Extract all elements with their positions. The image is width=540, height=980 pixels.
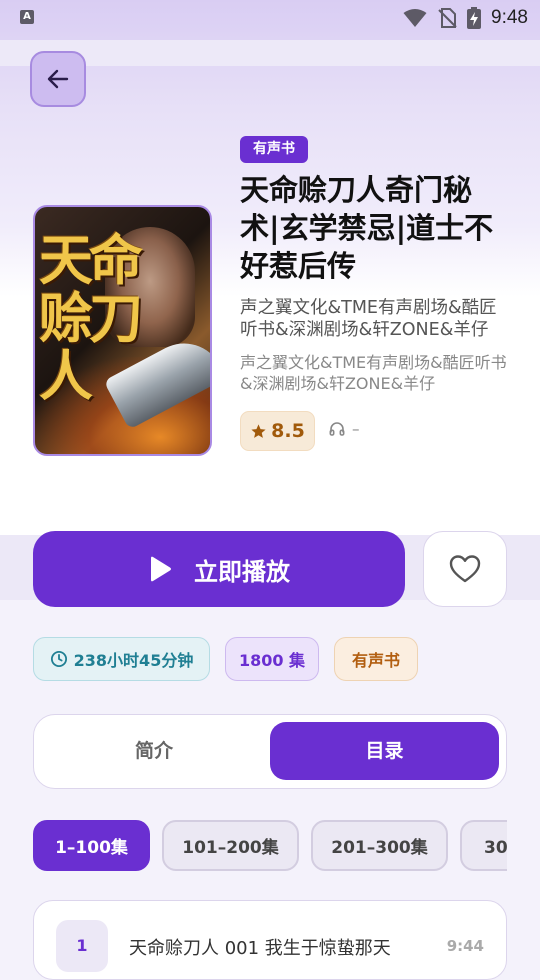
range-chip[interactable]: 201–300集 <box>311 820 448 871</box>
favorite-button[interactable] <box>423 531 507 607</box>
listen-count: – <box>329 420 360 438</box>
episode-count-value: 1800 集 <box>238 651 306 670</box>
arrow-left-icon <box>47 69 69 89</box>
heart-icon <box>449 555 481 583</box>
type-chip: 有声书 <box>334 637 418 681</box>
cover-title-art: 天命赊刀人 <box>39 228 143 408</box>
book-narrator: 声之翼文化&TME有声剧场&酷匠听书&深渊剧场&轩ZONE&羊仔 <box>240 353 507 393</box>
type-value: 有声书 <box>351 651 400 670</box>
back-button[interactable] <box>30 51 86 107</box>
range-chip[interactable]: 301–400集 <box>460 820 507 871</box>
book-cover: 天命赊刀人 <box>33 205 212 456</box>
notification-icon: A <box>20 10 34 24</box>
tab-intro[interactable]: 简介 <box>40 722 268 780</box>
tab-bar: 简介 目录 <box>33 714 507 789</box>
episode-range-selector: 1–100集 101–200集 201–300集 301–400集 <box>33 820 507 872</box>
battery-charging-icon <box>467 7 482 29</box>
duration-chip: 238小时45分钟 <box>33 637 210 681</box>
episode-list-item[interactable]: 1 天命赊刀人 001 我生于惊蛰那天 9:44 <box>33 900 507 980</box>
duration-value: 238小时45分钟 <box>73 651 194 670</box>
range-chip[interactable]: 101–200集 <box>162 820 299 871</box>
star-icon <box>251 423 266 438</box>
clock-icon <box>50 650 67 668</box>
status-time: 9:48 <box>491 7 528 28</box>
play-now-label: 立即播放 <box>194 557 290 586</box>
book-author: 声之翼文化&TME有声剧场&酷匠听书&深渊剧场&轩ZONE&羊仔 <box>240 298 497 340</box>
wifi-icon <box>403 9 427 27</box>
no-sim-icon <box>438 8 457 28</box>
play-now-button[interactable]: 立即播放 <box>33 531 405 607</box>
rating-value: 8.5 <box>271 420 305 442</box>
episode-count-chip: 1800 集 <box>225 637 319 681</box>
category-tag: 有声书 <box>240 136 308 163</box>
range-chip[interactable]: 1–100集 <box>33 820 150 871</box>
episode-title: 天命赊刀人 001 我生于惊蛰那天 <box>129 938 391 959</box>
play-icon <box>151 556 171 582</box>
episode-duration: 9:44 <box>446 937 484 955</box>
rating-badge: 8.5 <box>240 411 315 451</box>
headphones-icon <box>329 422 345 436</box>
status-bar: A 9:48 <box>0 0 540 36</box>
book-title: 天命赊刀人奇门秘术|玄学禁忌|道士不好惹后传 <box>240 173 494 283</box>
tab-table-of-contents[interactable]: 目录 <box>270 722 499 780</box>
episode-number: 1 <box>56 920 108 972</box>
listen-count-value: – <box>352 420 360 438</box>
